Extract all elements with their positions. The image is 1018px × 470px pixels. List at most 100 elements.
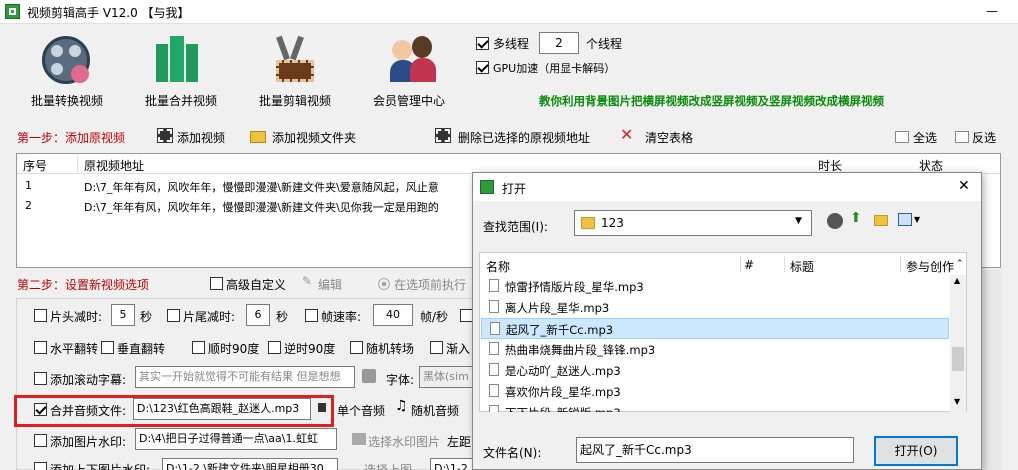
- scroll-sub-input[interactable]: 其实一开始就觉得不可能有结果 但是想想: [135, 366, 355, 388]
- ud-wm-input-2[interactable]: D:\1-2: [430, 458, 474, 470]
- tail-cut-unit: 秒: [276, 310, 289, 324]
- horizontal-scrollbar[interactable]: [480, 412, 966, 426]
- batch-merge-button[interactable]: 批量合并视频: [139, 92, 223, 109]
- pre-exec-radio[interactable]: [378, 278, 390, 290]
- thread-count-input[interactable]: 2: [539, 32, 579, 54]
- add-video-button[interactable]: 添加视频: [177, 129, 225, 146]
- vflip-checkbox[interactable]: [101, 341, 114, 354]
- filename-input[interactable]: 起风了_新千Cc.mp3: [576, 437, 854, 463]
- head-cut-label: 片头减时:: [50, 310, 103, 324]
- back-icon[interactable]: [827, 213, 843, 229]
- file-icon: [489, 363, 499, 376]
- pre-exec-label: 在选项前执行: [394, 278, 467, 292]
- promo-link[interactable]: 教你利用背景图片把横屏视频改成竖屏视频及竖屏视频改成横屏视频: [539, 93, 884, 109]
- member-center-button[interactable]: 会员管理中心: [367, 92, 451, 109]
- random-audio-button[interactable]: 随机音频: [411, 402, 459, 419]
- dialog-close-button[interactable]: ✕: [958, 178, 970, 194]
- dialog-app-icon: [480, 180, 494, 194]
- tail-cut-input[interactable]: 6: [246, 304, 270, 326]
- lookin-value: 123: [601, 216, 624, 230]
- file-list-item[interactable]: 起风了_新千Cc.mp3: [481, 318, 949, 339]
- file-list-item[interactable]: 是心动吖_赵迷人.mp3: [481, 360, 949, 381]
- batch-edit-button[interactable]: 批量剪辑视频: [253, 92, 337, 109]
- ud-wm-input[interactable]: D:\1-2 \新建文件夹\明星相册30: [162, 458, 338, 470]
- gpu-label: GPU加速（用显卡解码）: [493, 62, 616, 75]
- scroll-up-icon[interactable]: ▲: [954, 276, 960, 285]
- select-all-button[interactable]: 全选: [913, 129, 937, 146]
- dialog-title: 打开: [502, 182, 527, 196]
- col-title: 标题: [790, 260, 815, 274]
- choose-wm-button[interactable]: 选择水印图片: [368, 433, 440, 450]
- hflip-checkbox[interactable]: [34, 341, 47, 354]
- ccw90-label: 逆时90度: [284, 342, 336, 356]
- merge-icon: [156, 36, 200, 84]
- ud-wm-label: 添加上下图片水印:: [50, 463, 151, 470]
- font-select[interactable]: 黑体(sim: [419, 366, 475, 388]
- file-icon: [490, 322, 500, 335]
- delete-selected-button[interactable]: 删除已选择的原视频地址: [458, 129, 590, 146]
- open-button[interactable]: 打开(O): [874, 436, 958, 466]
- table-header: [17, 154, 1000, 174]
- col-name: 名称: [486, 260, 511, 274]
- scroll-sub-checkbox[interactable]: [34, 372, 47, 385]
- invert-icon: [955, 131, 969, 143]
- tail-cut-checkbox[interactable]: [167, 309, 180, 322]
- col-divider: [77, 156, 78, 172]
- add-folder-button[interactable]: 添加视频文件夹: [272, 129, 356, 146]
- file-name: 是心动吖_赵迷人.mp3: [505, 364, 621, 378]
- lookin-select[interactable]: 123 ▼: [574, 210, 812, 236]
- new-folder-icon[interactable]: [874, 215, 888, 226]
- chevron-down-icon: ▼: [795, 216, 802, 226]
- file-list-item[interactable]: 离人片段_星华.mp3: [481, 297, 949, 318]
- cw90-checkbox[interactable]: [192, 341, 205, 354]
- file-list-item[interactable]: 热曲串烧舞曲片段_锋锋.mp3: [481, 339, 949, 360]
- delete-video-icon: [435, 128, 451, 143]
- file-icon: [489, 279, 499, 292]
- head-cut-checkbox[interactable]: [34, 309, 47, 322]
- image-wm-checkbox[interactable]: [34, 434, 47, 447]
- file-list-item[interactable]: 惊雷抒情版片段_星华.mp3: [481, 276, 949, 297]
- advanced-checkbox[interactable]: [210, 277, 223, 290]
- clear-table-button[interactable]: 清空表格: [645, 129, 693, 146]
- fade-in-label: 渐入: [446, 342, 471, 356]
- cw90-label: 顺时90度: [208, 342, 260, 356]
- fps-input[interactable]: 40: [373, 304, 413, 326]
- view-menu-icon[interactable]: [898, 213, 912, 226]
- scroll-thumb[interactable]: [952, 347, 964, 371]
- file-list-scrollbar[interactable]: ▲ ▼: [950, 275, 966, 412]
- image-wm-input[interactable]: D:\4\把日子过得普通一点\aa\1.虹虹: [135, 428, 337, 450]
- scroll-sub-label: 添加滚动字幕:: [50, 373, 127, 387]
- file-list-item[interactable]: 喜欢你片段_星华.mp3: [481, 381, 949, 402]
- scroll-down-icon[interactable]: ▼: [954, 397, 960, 406]
- up-folder-icon[interactable]: ⬆: [850, 210, 862, 226]
- speaker-icon: [318, 403, 326, 412]
- edit-button[interactable]: 编辑: [318, 276, 342, 293]
- edit-icon: ✎: [302, 274, 313, 288]
- fade-in-checkbox[interactable]: [430, 341, 443, 354]
- file-name: 起风了_新千Cc.mp3: [506, 323, 614, 337]
- merge-audio-checkbox[interactable]: [34, 403, 47, 416]
- row-index: 2: [25, 199, 32, 212]
- audio-path-input[interactable]: D:\123\红色高跟鞋_赵迷人.mp3: [133, 398, 311, 420]
- col-number: #: [744, 258, 755, 272]
- select-all-icon: [895, 131, 909, 143]
- font-label: 字体:: [386, 373, 415, 387]
- ccw90-checkbox[interactable]: [268, 341, 281, 354]
- gpu-checkbox[interactable]: [476, 61, 489, 74]
- minimize-button[interactable]: —: [986, 4, 998, 18]
- folder-icon: [250, 131, 266, 143]
- choose-up-button[interactable]: 选择上图: [364, 461, 412, 470]
- random-transition-label: 随机转场: [366, 342, 415, 356]
- filename-label: 文件名(N):: [483, 446, 542, 460]
- font-icon: [362, 369, 376, 383]
- col-path: 原视频地址: [84, 159, 145, 173]
- fps-checkbox[interactable]: [305, 309, 318, 322]
- batch-convert-button[interactable]: 批量转换视频: [25, 92, 109, 109]
- multithread-checkbox[interactable]: [476, 37, 489, 50]
- random-transition-checkbox[interactable]: [350, 341, 363, 354]
- ud-wm-checkbox[interactable]: [34, 462, 47, 470]
- fps-unit: 帧/秒: [420, 310, 449, 324]
- invert-button[interactable]: 反选: [972, 129, 996, 146]
- head-cut-input[interactable]: 5: [111, 304, 135, 326]
- single-audio-button[interactable]: 单个音频: [337, 402, 385, 419]
